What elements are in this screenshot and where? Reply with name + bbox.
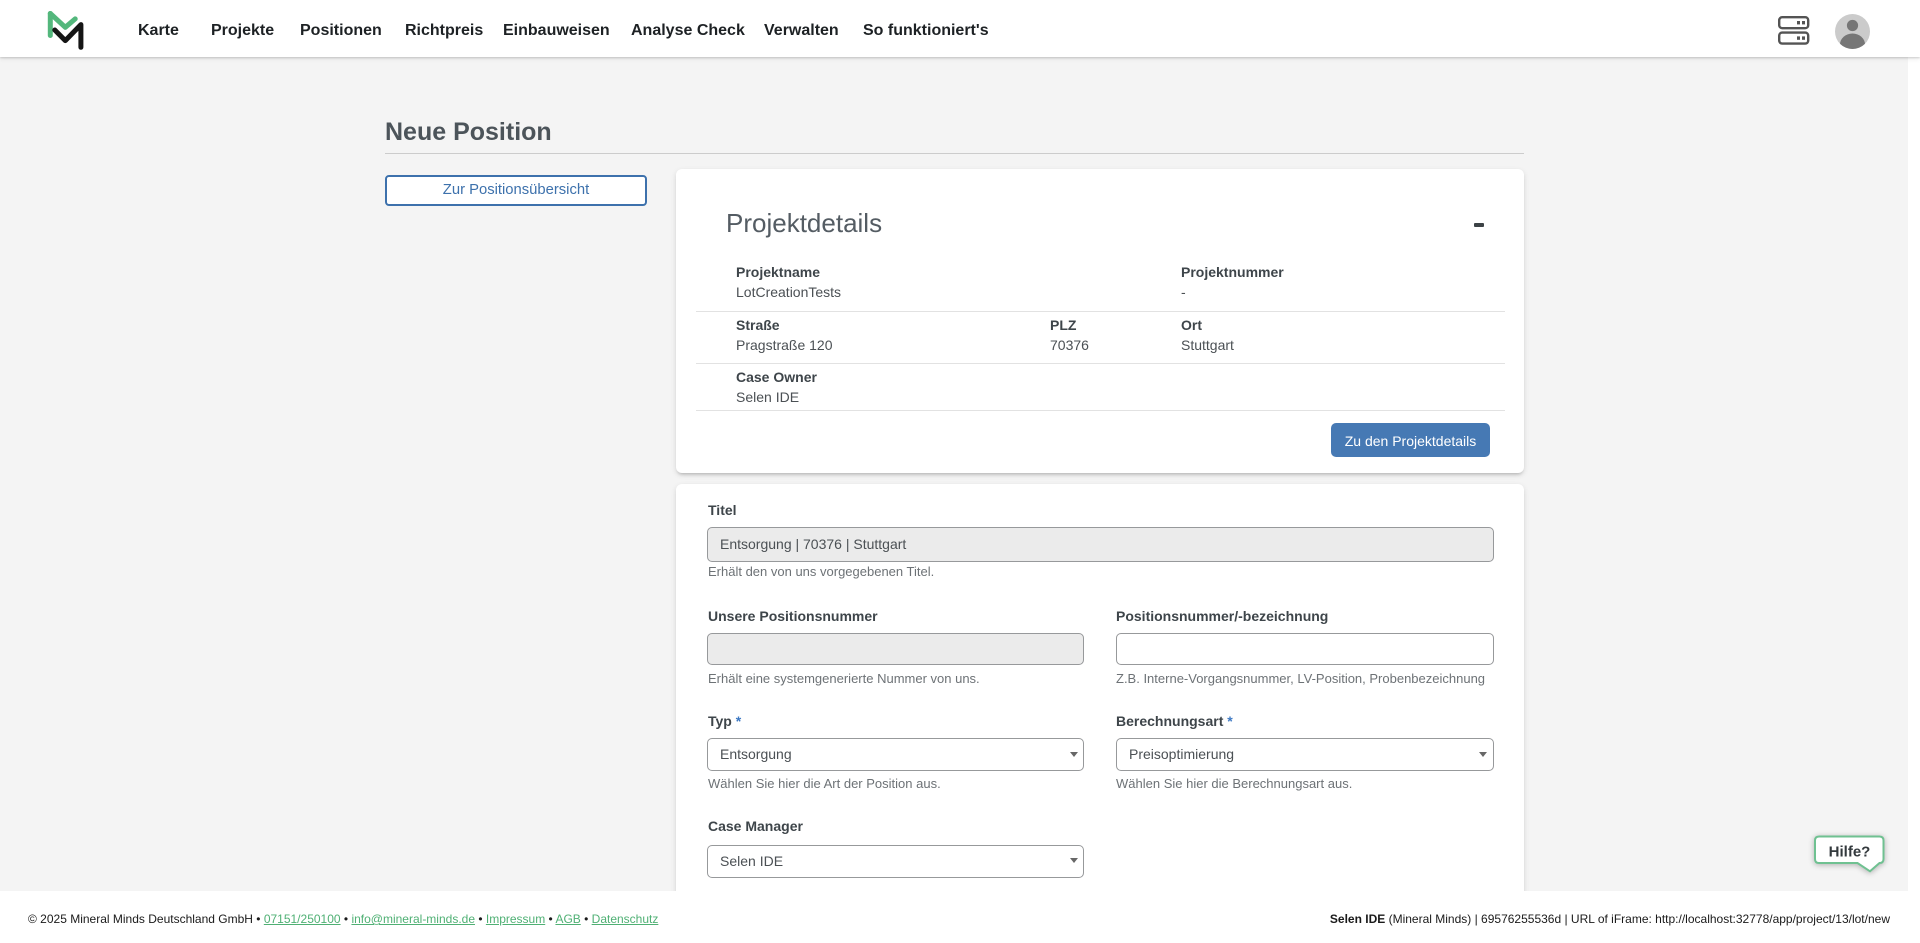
svg-text:Hilfe?: Hilfe? [1829,843,1871,860]
